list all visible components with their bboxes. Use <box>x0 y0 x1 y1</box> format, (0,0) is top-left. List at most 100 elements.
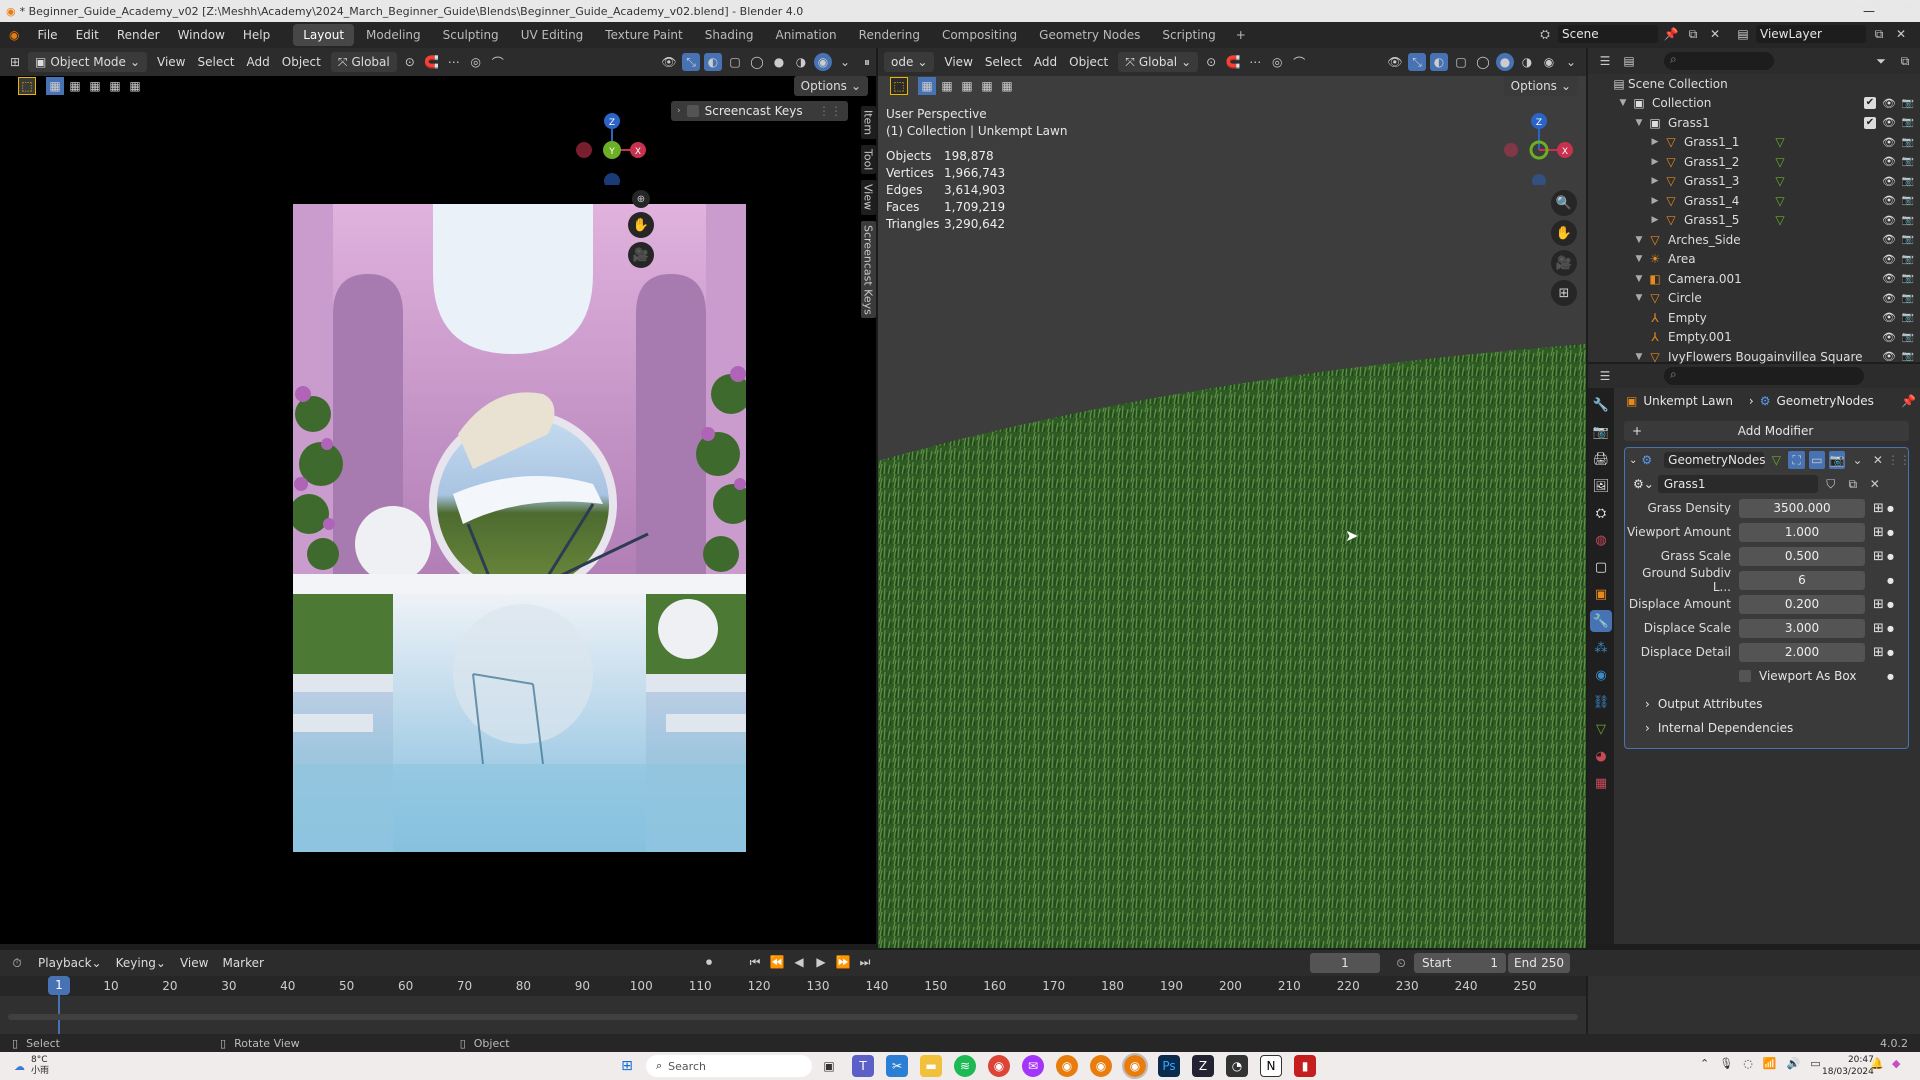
select-mode-subtract-icon[interactable]: ▦ <box>958 77 976 95</box>
timeline-menu-playback[interactable]: Playback ⌄ <box>32 953 108 973</box>
prev-keyframe-icon[interactable]: ⏪ <box>768 953 786 971</box>
visibility-eye-icon[interactable]: 👁 <box>1882 175 1896 188</box>
mesh-data-icon[interactable]: ▽ <box>1775 194 1784 208</box>
attribute-toggle-icon[interactable]: ⊞ <box>1873 549 1884 564</box>
timeline-scrollbar[interactable] <box>8 1014 1578 1020</box>
select-tool-icon[interactable]: ⬚ <box>18 77 36 95</box>
ortho-grid-icon[interactable]: ⊞ <box>1551 280 1577 306</box>
notion-icon[interactable]: N <box>1260 1055 1282 1077</box>
zoom-icon[interactable]: ⊕ <box>632 190 650 208</box>
object-tab-icon[interactable]: ▣ <box>1590 583 1612 605</box>
mesh-data-icon[interactable]: ▽ <box>1775 213 1784 227</box>
snap-target-icon[interactable]: ⋯ <box>445 53 463 71</box>
left-options-button[interactable]: Options ⌄ <box>793 76 868 96</box>
screencast-keys-panel[interactable]: › Screencast Keys ⋮⋮ <box>671 101 848 121</box>
filter-icon[interactable]: ⏷ <box>1872 52 1890 70</box>
right-nav-gizmo[interactable]: Z X <box>1492 105 1582 185</box>
outliner-item[interactable]: ▶ ▽ Grass1_2 ▽ 👁 📷 <box>1588 152 1920 172</box>
render-camera-icon[interactable]: 📷 <box>1902 195 1914 206</box>
editor-type-icon[interactable]: ⊞ <box>6 53 24 71</box>
render-camera-icon[interactable]: 📷 <box>1902 234 1914 245</box>
outliner-item[interactable]: ▶ ▽ Grass1_1 ▽ 👁 📷 <box>1588 133 1920 153</box>
delete-scene-icon[interactable]: ✕ <box>1706 25 1724 43</box>
weather-widget[interactable]: 8°C 小雨 <box>31 1055 49 1077</box>
workspace-tab-scripting[interactable]: Scripting <box>1152 24 1225 46</box>
outliner-item[interactable]: ▼ ◧ Camera.001 👁 📷 <box>1588 269 1920 289</box>
workspace-tab-animation[interactable]: Animation <box>765 24 846 46</box>
mesh-data-icon[interactable]: ▽ <box>1775 174 1784 188</box>
side-tab-tool[interactable]: Tool <box>860 145 876 175</box>
expand-triangle-icon[interactable]: ▶ <box>1648 137 1662 147</box>
expand-triangle-icon[interactable]: ▶ <box>1648 215 1662 225</box>
pan-hand-icon[interactable]: ✋ <box>628 212 654 238</box>
constraints-tab-icon[interactable]: ⛓ <box>1590 691 1612 713</box>
visibility-eye-icon[interactable]: 👁 <box>1882 292 1896 305</box>
file-explorer-icon[interactable]: ▬ <box>920 1055 942 1077</box>
tray-chevron-icon[interactable]: ⌃ <box>1700 1057 1709 1070</box>
stopwatch-icon[interactable]: ⏲ <box>1392 954 1410 972</box>
duplicate-icon[interactable]: ⧉ <box>1844 475 1862 493</box>
workspace-tab-compositing[interactable]: Compositing <box>932 24 1027 46</box>
drag-handle-icon[interactable]: ⋮⋮ <box>818 104 842 118</box>
expand-triangle-icon[interactable]: ▼ <box>1616 98 1630 108</box>
chrome-icon[interactable]: ◉ <box>988 1055 1010 1077</box>
win-maximize-button[interactable]: ☐ <box>1870 0 1902 22</box>
outliner-item[interactable]: ▶ ▽ Grass1_4 ▽ 👁 📷 <box>1588 191 1920 211</box>
play-icon[interactable]: ▶ <box>812 953 830 971</box>
snipping-tool-icon[interactable]: ✂ <box>886 1055 908 1077</box>
visibility-eye-icon[interactable]: 👁 <box>1882 136 1896 149</box>
taskbar-search[interactable]: ⌕ Search <box>646 1055 812 1077</box>
attribute-toggle-icon[interactable]: ⊞ <box>1873 597 1884 612</box>
keyframe-dot-icon[interactable]: ● <box>1887 648 1894 657</box>
task-view-icon[interactable]: ▣ <box>818 1055 840 1077</box>
data-tab-icon[interactable]: ▽ <box>1590 718 1612 740</box>
visibility-eye-icon[interactable]: 👁 <box>1882 155 1896 168</box>
param-value-field[interactable]: 1.000 <box>1739 522 1865 542</box>
keyframe-dot-icon[interactable]: ● <box>1887 552 1894 561</box>
side-tab-screencast-keys[interactable]: Screencast Keys <box>860 220 876 319</box>
keyframe-dot-icon[interactable]: ● <box>1887 624 1894 633</box>
param-value-field[interactable]: 6 <box>1739 570 1865 590</box>
timeline-menu-keying[interactable]: Keying ⌄ <box>110 953 172 973</box>
falloff-icon[interactable]: ⌒ <box>1290 53 1308 71</box>
blender-menu-icon[interactable]: ◉ <box>0 22 28 48</box>
mode-dropdown[interactable]: ▣ Object Mode ⌄ <box>28 52 147 72</box>
win-close-button[interactable]: ✕ <box>1902 0 1920 22</box>
record-icon[interactable]: ⏺ <box>700 953 718 971</box>
outliner-item[interactable]: ⅄ Empty.001 👁 📷 <box>1588 328 1920 348</box>
gizmo-toggle-icon[interactable]: ⤡ <box>1408 53 1426 71</box>
attribute-toggle-icon[interactable]: ⊞ <box>1873 645 1884 660</box>
lv-menu-view[interactable]: View <box>151 52 191 72</box>
visibility-icon[interactable]: 👁 <box>660 53 678 71</box>
proportional-edit-icon[interactable]: ◎ <box>1268 53 1286 71</box>
workspace-tab-geometry-nodes[interactable]: Geometry Nodes <box>1029 24 1150 46</box>
timeline-area[interactable]: 10 20 30 40 50 60 70 80 90 100 110 120 130 140 150 160 1… <box>0 976 1586 1034</box>
render-camera-icon[interactable]: 📷 <box>1902 215 1914 226</box>
render-camera-icon[interactable]: 📷 <box>1902 117 1914 128</box>
new-scene-icon[interactable]: ⧉ <box>1684 25 1702 43</box>
select-mode-new-icon[interactable]: ▦ <box>918 77 936 95</box>
menu-help[interactable]: Help <box>234 22 279 48</box>
outliner-root[interactable]: ▤ Scene Collection <box>1588 74 1920 94</box>
menu-render[interactable]: Render <box>108 22 169 48</box>
select-mode-invert-icon[interactable]: ▦ <box>978 77 996 95</box>
shading-options-icon[interactable]: ⌄ <box>836 53 854 71</box>
menu-file[interactable]: File <box>28 22 66 48</box>
outliner-item[interactable]: ▶ ▽ Grass1_5 ▽ 👁 📷 <box>1588 211 1920 231</box>
unlink-icon[interactable]: ✕ <box>1866 475 1884 493</box>
modifier-name-field[interactable]: GeometryNodes <box>1664 452 1766 468</box>
battery-icon[interactable]: ▭ <box>1810 1057 1820 1070</box>
expand-triangle-icon[interactable]: ▼ <box>1632 118 1646 128</box>
visibility-eye-icon[interactable]: 👁 <box>1882 253 1896 266</box>
right-viewport[interactable]: User Perspective (1) Collection | Unkemp… <box>878 96 1586 948</box>
collapse-chevron-icon[interactable]: ⌄ <box>1629 455 1637 466</box>
next-keyframe-icon[interactable]: ⏩ <box>834 953 852 971</box>
add-workspace-button[interactable]: + <box>1226 24 1256 46</box>
expand-triangle-icon[interactable]: ▶ <box>1648 157 1662 167</box>
wireframe-shading-icon[interactable]: ◯ <box>748 53 766 71</box>
param-value-field[interactable]: 0.200 <box>1739 594 1865 614</box>
tool-tab-icon[interactable]: 🔧 <box>1590 394 1612 416</box>
visibility-eye-icon[interactable]: 👁 <box>1882 311 1896 324</box>
render-tab-icon[interactable]: 📷 <box>1590 421 1612 443</box>
outliner-item[interactable]: ▼ ▣ Grass1 ✔ 👁 📷 <box>1588 113 1920 133</box>
